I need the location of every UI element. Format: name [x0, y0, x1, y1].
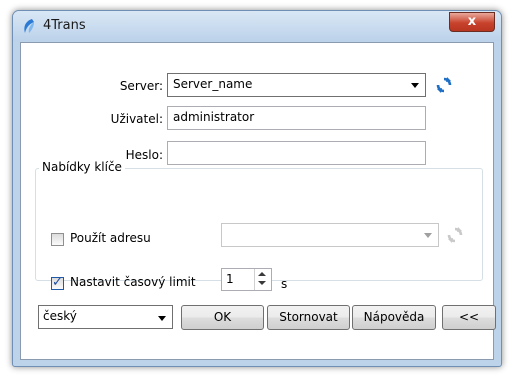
password-input[interactable]: [167, 141, 426, 165]
refresh-icon[interactable]: [436, 77, 452, 93]
timeout-checkbox[interactable]: ✓: [51, 275, 64, 290]
key-offers-title: Nabídky klíče: [39, 160, 125, 174]
timeout-value: 1: [226, 272, 234, 286]
chevron-down-icon: [411, 83, 419, 88]
window-title: 4Trans: [43, 18, 86, 33]
cancel-button[interactable]: Stornovat: [267, 305, 350, 330]
use-address-checkbox[interactable]: [51, 233, 64, 246]
dialog-window: 4Trans x Server: Server_name Uživatel: a…: [12, 10, 502, 367]
use-address-label: Použít adresu: [70, 231, 151, 245]
server-select[interactable]: Server_name: [167, 73, 426, 97]
stepper-arrows-icon[interactable]: [254, 269, 271, 290]
stepper-up-icon[interactable]: [258, 272, 266, 276]
user-label: Uživatel:: [110, 112, 163, 126]
timeout-label: Nastavit časový limit: [70, 275, 196, 289]
refresh-icon[interactable]: [447, 227, 463, 243]
timeout-unit: s: [281, 277, 288, 291]
language-select-value: český: [43, 309, 77, 323]
stepper-down-icon[interactable]: [258, 281, 266, 285]
close-icon: x: [467, 14, 477, 29]
help-button[interactable]: Nápověda: [352, 305, 436, 330]
checkmark-icon: ✓: [52, 275, 63, 290]
server-select-value: Server_name: [173, 77, 253, 91]
app-logo-icon: [24, 19, 34, 33]
user-input[interactable]: administrator: [167, 106, 426, 130]
timeout-stepper[interactable]: 1: [221, 268, 272, 291]
chevron-down-icon: [424, 233, 432, 238]
server-label: Server:: [119, 79, 163, 93]
user-input-value: administrator: [173, 110, 255, 124]
ok-button[interactable]: OK: [181, 305, 264, 330]
address-select[interactable]: [221, 223, 439, 247]
chevron-down-icon: [158, 316, 166, 321]
close-button[interactable]: x: [449, 12, 495, 32]
language-select[interactable]: český: [38, 305, 173, 329]
collapse-button[interactable]: <<: [442, 305, 496, 330]
title-bar[interactable]: 4Trans x: [13, 11, 501, 41]
